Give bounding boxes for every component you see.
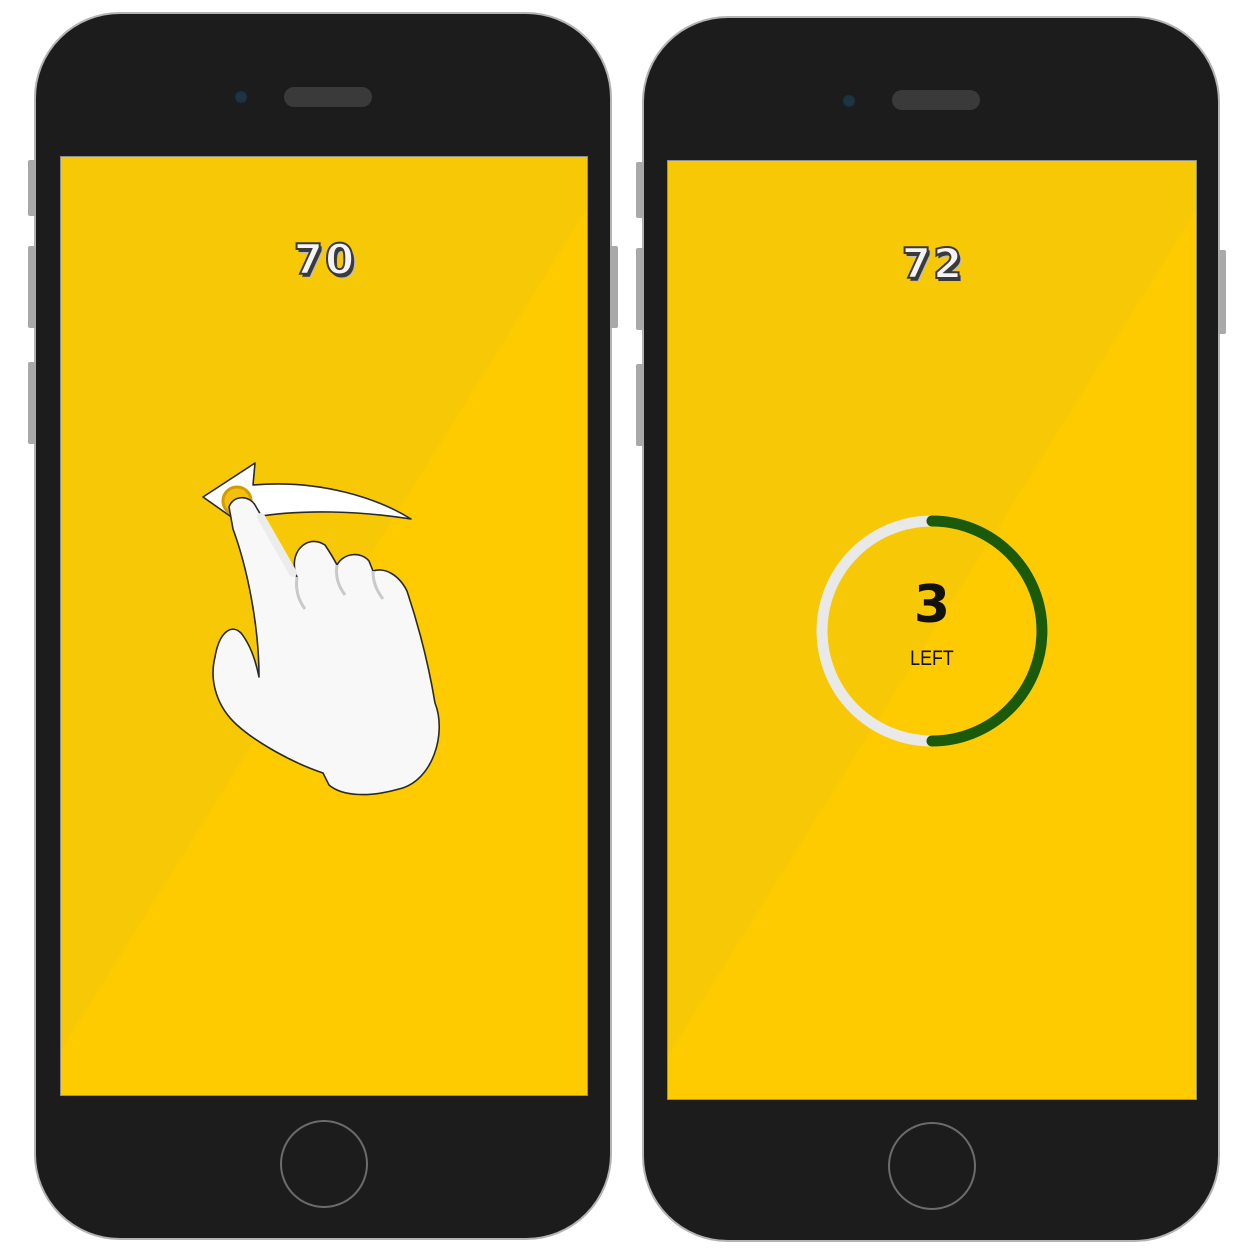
swipe-left-hand-icon: [202, 462, 440, 796]
volume-down-button: [28, 362, 36, 444]
game-screen-left[interactable]: 70: [60, 156, 588, 1096]
front-camera-icon: [842, 94, 856, 108]
front-camera-icon: [234, 90, 248, 104]
countdown-label: LEFT: [910, 647, 954, 670]
home-button[interactable]: [888, 1122, 976, 1210]
phone-left: 70: [34, 12, 612, 1240]
power-button: [610, 246, 618, 328]
power-button: [1218, 250, 1226, 334]
mute-switch: [636, 162, 644, 218]
mute-switch: [28, 160, 36, 216]
earpiece-speaker: [284, 87, 372, 107]
volume-up-button: [28, 246, 36, 328]
home-button[interactable]: [280, 1120, 368, 1208]
volume-down-button: [636, 364, 644, 446]
countdown-value: 3: [913, 575, 951, 635]
volume-up-button: [636, 248, 644, 330]
game-screen-right[interactable]: 72 3 LEFT: [667, 160, 1197, 1100]
earpiece-speaker: [892, 90, 980, 110]
phone-right: 72 3 LEFT: [642, 16, 1220, 1242]
